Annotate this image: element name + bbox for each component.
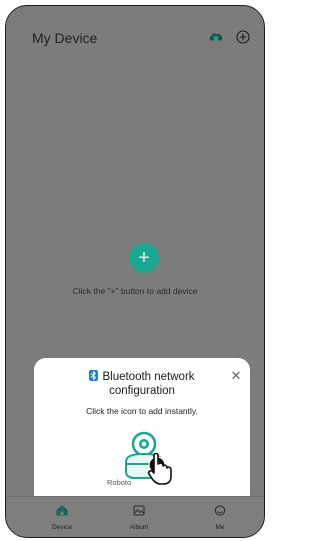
nav-label-me: Me (215, 524, 225, 531)
plus-icon: + (138, 247, 150, 269)
bluetooth-icon (89, 370, 99, 381)
modal-title-line2: configuration (109, 385, 175, 397)
nav-item-device[interactable]: Device (37, 503, 87, 531)
nav-item-me[interactable]: Me (195, 503, 245, 531)
modal-subtitle: Click the icon to add instantly. (86, 406, 198, 416)
nav-item-album[interactable]: Album (114, 503, 164, 531)
page-title: My Device (32, 30, 98, 46)
album-icon (133, 505, 145, 516)
cloud-device-icon[interactable] (209, 31, 223, 43)
nav-label-album: Album (129, 524, 149, 531)
pointer-hand-icon (147, 452, 172, 485)
empty-hint: Click the "+" button to add device (72, 286, 198, 296)
phone-frame: My Device + Click the "+" button to add … (5, 5, 265, 538)
home-icon (56, 505, 68, 516)
nav-label-device: Device (52, 524, 72, 531)
bluetooth-config-modal: Bluetooth network configuration ✕ Click … (34, 358, 250, 506)
device-label: Roboto (107, 478, 132, 487)
add-device-button[interactable]: + (129, 243, 159, 273)
modal-title: Bluetooth network configuration (34, 370, 250, 398)
bottom-nav: Device Album Me (6, 496, 264, 537)
app-header: My Device (6, 6, 264, 46)
profile-icon (214, 505, 226, 516)
close-icon[interactable]: ✕ (230, 369, 242, 382)
modal-title-line1: Bluetooth network (102, 371, 195, 383)
robot-device-icon[interactable] (120, 422, 176, 486)
plus-circle-icon[interactable] (236, 30, 250, 44)
